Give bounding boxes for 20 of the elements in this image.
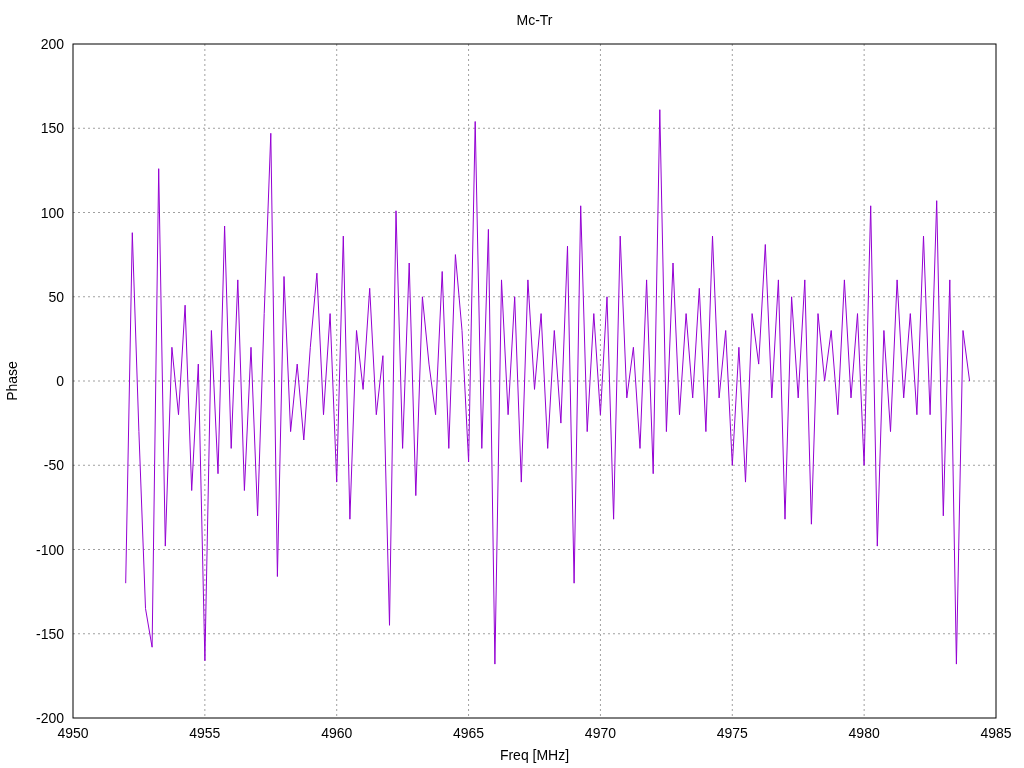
tick-label: -150 — [35, 625, 64, 642]
tick-label: 150 — [40, 120, 64, 137]
tick-label: 4985 — [980, 725, 1012, 741]
tick-label: 4965 — [453, 725, 485, 741]
axis-label: Phase — [4, 361, 20, 401]
tick-label: 200 — [40, 36, 64, 52]
tick-label: -50 — [43, 457, 64, 474]
tick-label: 4980 — [848, 725, 880, 741]
tick-label: 0 — [56, 373, 64, 389]
tick-label: 4960 — [321, 725, 353, 741]
tick-label: 4950 — [57, 725, 89, 741]
axis-label: Freq [MHz] — [499, 747, 570, 763]
tick-label: 100 — [40, 204, 64, 221]
tick-label: 4955 — [189, 725, 221, 741]
chart-title: Mc-Tr — [516, 12, 553, 28]
tick-label: -200 — [35, 710, 64, 726]
tick-label: -100 — [35, 541, 64, 558]
tick-label: 4975 — [716, 725, 748, 741]
tick-label: 50 — [48, 288, 64, 305]
tick-label: 4970 — [584, 725, 616, 741]
